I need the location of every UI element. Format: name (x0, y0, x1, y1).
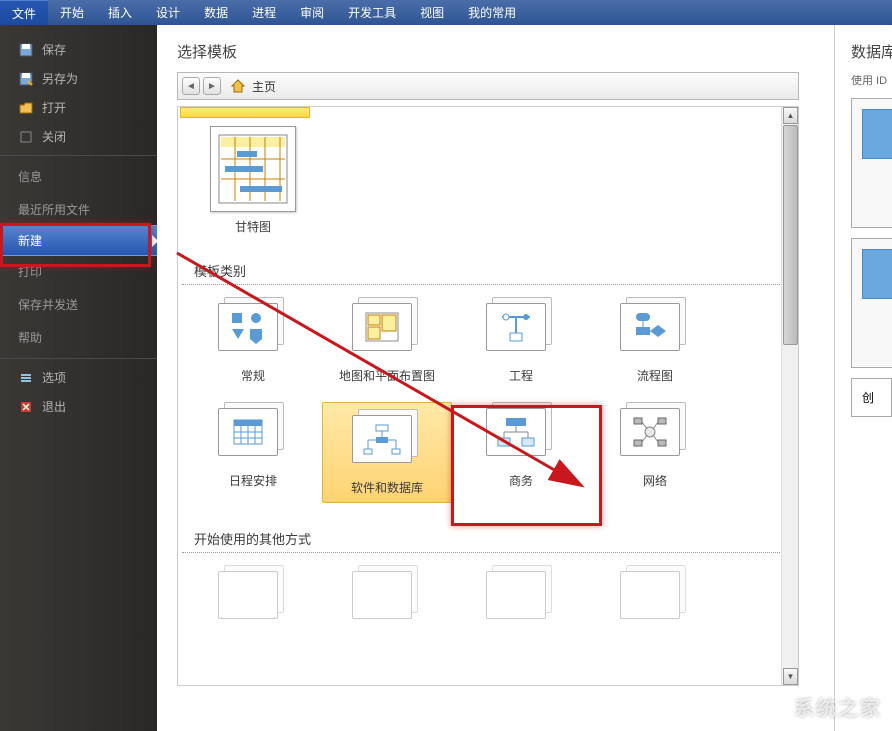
file-menu-panel: 保存 另存为 打开 关闭 信息 最近所用文件 新建 打印 保存并发送 帮助 选项 (0, 25, 157, 731)
ribbon-tabs: 文件 开始 插入 设计 数据 进程 审阅 开发工具 视图 我的常用 (0, 0, 892, 25)
ribbon-tab-insert[interactable]: 插入 (96, 0, 144, 25)
open-icon (18, 100, 34, 116)
menu-item-close[interactable]: 关闭 (0, 122, 157, 151)
menu-recent[interactable]: 最近所用文件 (0, 193, 157, 226)
breadcrumb-bar: ◄ ► 主页 (177, 72, 799, 100)
category-label: 流程图 (590, 367, 720, 384)
saveas-icon (18, 71, 34, 87)
home-icon[interactable] (230, 78, 246, 94)
scroll-thumb[interactable] (783, 125, 798, 345)
menu-label: 打开 (42, 99, 66, 116)
recent-indicator (180, 107, 310, 118)
content-area: 选择模板 ◄ ► 主页 (157, 25, 834, 731)
category-label: 日程安排 (188, 472, 318, 489)
right-panel-title: 数据库 (851, 41, 892, 62)
category-software-database[interactable]: 软件和数据库 (322, 402, 452, 503)
preview-thumbnail-1 (851, 98, 892, 228)
category-label: 商务 (456, 472, 586, 489)
category-maps[interactable]: 地图和平面布置图 (322, 297, 452, 384)
menu-label: 选项 (42, 369, 66, 386)
category-network[interactable]: 网络 (590, 402, 720, 503)
right-panel-subtitle: 使用 ID (851, 72, 892, 88)
menu-item-new[interactable]: 新建 (0, 225, 158, 256)
other-item-4[interactable] (590, 565, 720, 635)
menu-item-options[interactable]: 选项 (0, 363, 157, 392)
ribbon-tab-devtools[interactable]: 开发工具 (336, 0, 408, 25)
menu-savesend[interactable]: 保存并发送 (0, 288, 157, 321)
scroll-down-button[interactable]: ▼ (783, 668, 798, 685)
category-label: 地图和平面布置图 (322, 367, 452, 384)
menu-info[interactable]: 信息 (0, 160, 157, 193)
menu-label: 另存为 (42, 70, 78, 87)
category-general[interactable]: 常规 (188, 297, 318, 384)
menu-item-open[interactable]: 打开 (0, 93, 157, 122)
template-thumb-gantt (210, 126, 296, 212)
template-gantt[interactable]: 甘特图 (188, 126, 318, 235)
category-label: 常规 (188, 367, 318, 384)
menu-item-exit[interactable]: 退出 (0, 392, 157, 421)
scroll-up-button[interactable]: ▲ (783, 107, 798, 124)
ribbon-tab-review[interactable]: 审阅 (288, 0, 336, 25)
preview-thumbnail-2 (851, 238, 892, 368)
category-label: 网络 (590, 472, 720, 489)
right-preview-panel: 数据库 使用 ID 创 (834, 25, 892, 731)
ribbon-tab-process[interactable]: 进程 (240, 0, 288, 25)
ribbon-tab-file[interactable]: 文件 (0, 0, 48, 26)
ribbon-tab-home[interactable]: 开始 (48, 0, 96, 25)
menu-label: 关闭 (42, 128, 66, 145)
category-label: 软件和数据库 (323, 479, 451, 496)
other-item-3[interactable] (456, 565, 586, 635)
menu-label: 保存 (42, 41, 66, 58)
other-section-header: 开始使用的其他方式 (182, 521, 794, 553)
ribbon-tab-favorites[interactable]: 我的常用 (456, 0, 528, 25)
close-icon (18, 129, 34, 145)
menu-label: 退出 (42, 398, 66, 415)
category-label: 工程 (456, 367, 586, 384)
template-panel: 甘特图 模板类别 常规 地图和平面布置图 (177, 106, 799, 686)
category-section-header: 模板类别 (182, 253, 794, 285)
category-business[interactable]: 商务 (456, 402, 586, 503)
exit-icon (18, 399, 34, 415)
menu-item-saveas[interactable]: 另存为 (0, 64, 157, 93)
nav-forward-button[interactable]: ► (203, 77, 221, 95)
menu-item-save[interactable]: 保存 (0, 35, 157, 64)
save-icon (18, 42, 34, 58)
create-box[interactable]: 创 (851, 378, 892, 417)
options-icon (18, 370, 34, 386)
section-title-select-template: 选择模板 (177, 41, 814, 62)
ribbon-tab-design[interactable]: 设计 (144, 0, 192, 25)
nav-back-button[interactable]: ◄ (182, 77, 200, 95)
category-engineering[interactable]: 工程 (456, 297, 586, 384)
template-scrollbar[interactable]: ▲ ▼ (781, 107, 798, 685)
other-item-1[interactable] (188, 565, 318, 635)
menu-help[interactable]: 帮助 (0, 321, 157, 354)
menu-print[interactable]: 打印 (0, 255, 157, 288)
breadcrumb-home[interactable]: 主页 (252, 78, 276, 95)
category-flowchart[interactable]: 流程图 (590, 297, 720, 384)
ribbon-tab-view[interactable]: 视图 (408, 0, 456, 25)
category-schedule[interactable]: 日程安排 (188, 402, 318, 503)
ribbon-tab-data[interactable]: 数据 (192, 0, 240, 25)
template-label: 甘特图 (188, 218, 318, 235)
menu-label: 新建 (18, 232, 42, 249)
other-item-2[interactable] (322, 565, 452, 635)
